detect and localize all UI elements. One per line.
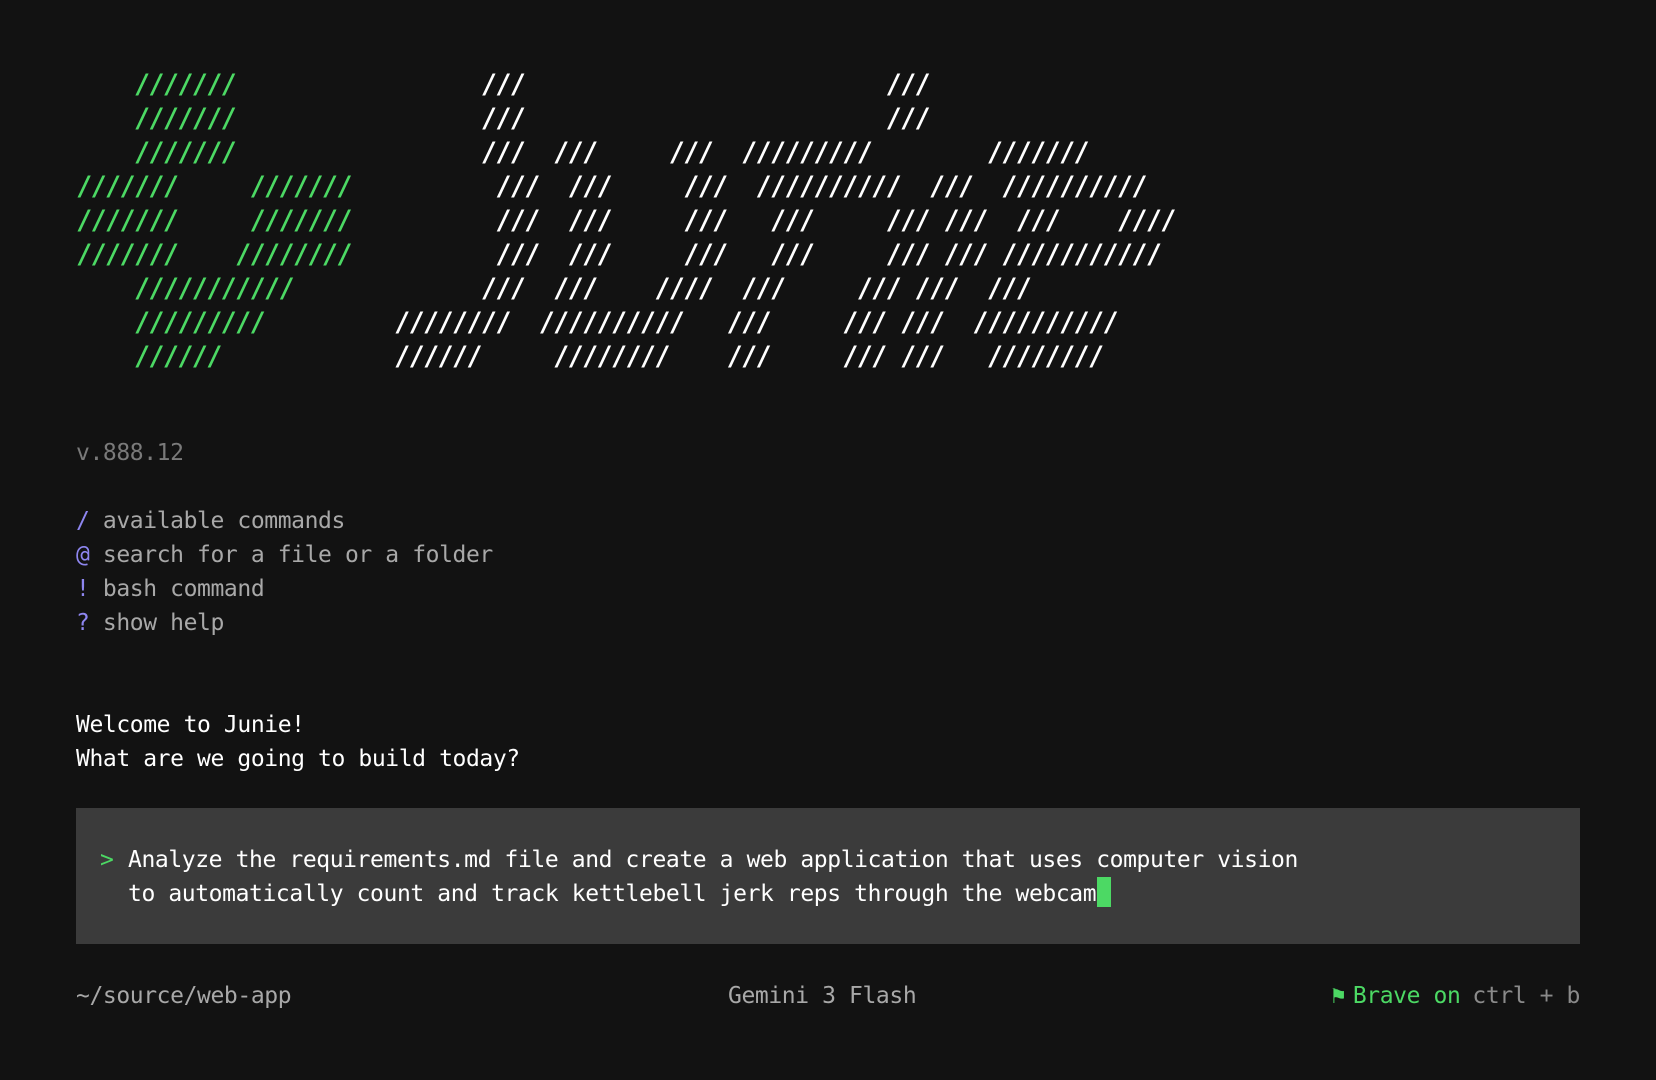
hint-text: available commands — [102, 508, 345, 534]
logo-line: /////// /// /// /// ///////// /////// — [76, 136, 1175, 170]
logo-word: /// /// //// /// /// /// /// — [292, 273, 1032, 304]
hint-search: @ search for a file or a folder — [76, 538, 493, 572]
logo-word: //////// ////////// /// /// /// ////////… — [263, 307, 1119, 338]
hint-symbol: ? — [76, 610, 90, 636]
hint-bash: ! bash command — [76, 572, 493, 606]
hint-commands: / available commands — [76, 504, 493, 538]
flag-icon: ⚑ — [1331, 983, 1345, 1009]
brave-mode-label: Brave on — [1352, 983, 1461, 1009]
prompt-text[interactable]: Analyze the requirements.md file and cre… — [128, 843, 1548, 911]
terminal-window: /////// /// /// /////// /// /// /////// … — [0, 0, 1656, 1080]
logo-line: /////// /// /// — [76, 68, 1175, 102]
logo-word: /// /// — [235, 103, 931, 134]
logo-mark: /////// — [76, 103, 237, 134]
logo-mark: /////// //////// — [76, 239, 352, 270]
hint-text: show help — [102, 610, 224, 636]
logo-mark: ///////// — [76, 307, 266, 338]
version-label: v.888.12 — [76, 440, 184, 466]
logo-word: /// /// /// ////////// /// ////////// — [350, 171, 1147, 202]
logo-mark: /////// — [76, 69, 237, 100]
logo-line: /////// /////// /// /// /// ////////// /… — [76, 170, 1175, 204]
brave-mode-toggle[interactable]: ⚑ Brave on ctrl + b — [1331, 979, 1580, 1013]
hint-text: bash command — [102, 576, 265, 602]
hint-symbol: ! — [76, 576, 90, 602]
welcome-message: Welcome to Junie! What are we going to b… — [76, 708, 520, 776]
logo-word: ////// //////// /// /// /// //////// — [220, 341, 1104, 372]
junie-ascii-logo: /////// /// /// /////// /// /// /////// … — [76, 68, 1176, 374]
welcome-question: What are we going to build today? — [76, 746, 520, 772]
logo-line: ///////// //////// ////////// /// /// //… — [76, 306, 1175, 340]
logo-word: /// /// /// /// /// /// /// //// — [350, 205, 1176, 236]
logo-line: ////// ////// //////// /// /// /// /////… — [76, 340, 1175, 374]
prompt-line-text: to automatically count and track kettleb… — [128, 881, 1097, 907]
logo-mark: /////////// — [76, 273, 295, 304]
working-directory: ~/source/web-app — [76, 983, 292, 1009]
logo-line: /////// /////// /// /// /// /// /// /// … — [76, 204, 1176, 238]
prompt-input[interactable]: > Analyze the requirements.md file and c… — [76, 808, 1580, 944]
prompt-caret-icon: > — [100, 847, 114, 873]
logo-line: /////////// /// /// //// /// /// /// /// — [76, 272, 1175, 306]
logo-line: /////// /// /// — [76, 102, 1175, 136]
prompt-line: Analyze the requirements.md file and cre… — [128, 847, 1298, 873]
logo-mark: /////// /////// — [76, 205, 352, 236]
logo-mark: /////// /////// — [76, 171, 352, 202]
hint-text: search for a file or a folder — [102, 542, 493, 568]
hint-symbol: @ — [76, 542, 90, 568]
brave-shortcut-hint: ctrl + b — [1472, 983, 1580, 1009]
hint-symbol: / — [76, 508, 90, 534]
text-cursor — [1097, 877, 1112, 907]
logo-word: /// /// — [235, 69, 931, 100]
logo-line: /////// //////// /// /// /// /// /// ///… — [76, 238, 1175, 272]
command-hints: / available commands @ search for a file… — [76, 504, 493, 640]
prompt-line: to automatically count and track kettleb… — [128, 877, 1548, 911]
model-selector[interactable]: Gemini 3 Flash — [728, 979, 917, 1013]
hint-help: ? show help — [76, 606, 493, 640]
logo-word: /// /// /// /// /// /// /////////// — [350, 239, 1162, 270]
logo-word: /// /// /// ///////// /////// — [235, 137, 1090, 168]
status-bar: ~/source/web-app Gemini 3 Flash ⚑ Brave o… — [76, 979, 1580, 1013]
logo-mark: /////// — [76, 137, 237, 168]
logo-mark: ////// — [76, 341, 223, 372]
welcome-line: Welcome to Junie! — [76, 712, 305, 738]
